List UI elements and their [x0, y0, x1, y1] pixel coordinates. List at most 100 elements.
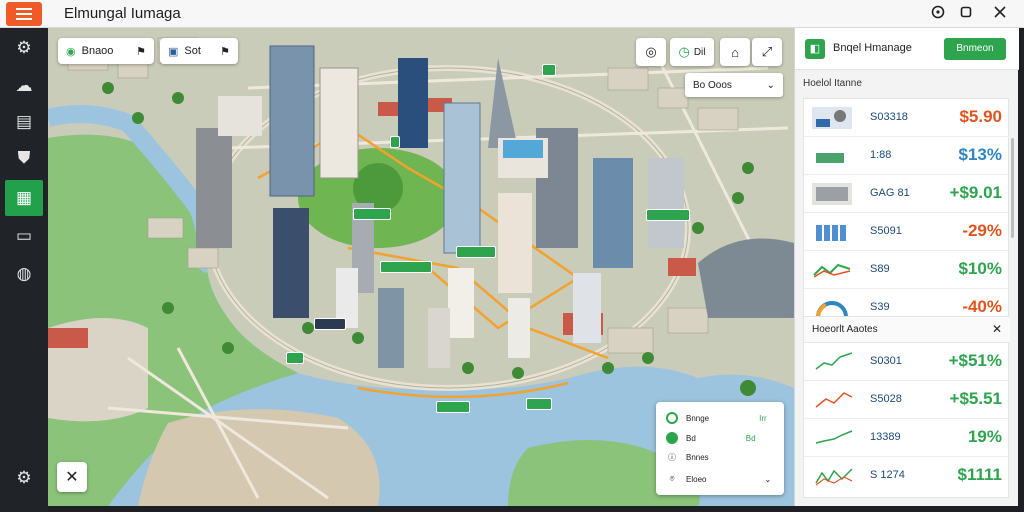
sidebar-item-shield[interactable]: ⛊ [6, 140, 42, 176]
list-item[interactable]: S0301 +$51% [804, 343, 1010, 381]
thumbnail-image [813, 263, 851, 278]
layers-popup: Bnnge Irr Bd Bd ⓘ Bnnes ⌾ Eloeo ⌄ [656, 402, 784, 495]
map-filter-chip-2[interactable]: ▣ Sot ⚑ [160, 38, 238, 64]
list-item-value: $5.90 [959, 107, 1002, 126]
layer-option[interactable]: ⌾ Eloeo ⌄ [666, 474, 772, 484]
list-item[interactable]: 13389 19% [804, 419, 1010, 457]
list-item[interactable]: S5091 -29% [804, 213, 1010, 251]
list-item-name: S 1274 [870, 469, 905, 481]
compass-icon: ◉ [66, 45, 76, 58]
close-icon: ✕ [65, 469, 79, 486]
radio-button[interactable] [666, 412, 678, 424]
target-icon: ◎ [645, 44, 657, 59]
left-sidebar: ⚙ ☁ ▤ ⛊ ▦ ▭ ◍ ⚙ [0, 28, 48, 512]
list-item[interactable]: S5028 +$5.51 [804, 381, 1010, 419]
map-marker-label[interactable] [526, 398, 552, 410]
shield-icon: ⛊ [17, 148, 31, 167]
map-marker-label[interactable] [456, 246, 496, 258]
map-marker-label[interactable] [353, 208, 391, 220]
right-panel: ◧ Bnqel Hmanage Bnmeon Hoelol Itanne S03… [794, 28, 1019, 506]
map-marker-label[interactable] [646, 209, 690, 221]
map-marker-label[interactable] [390, 136, 400, 148]
list-item[interactable]: 1:88 $13% [804, 137, 1010, 175]
alerts-card-header: Hoeorlt Aaotes ✕ [804, 317, 1010, 343]
resize-icon: ⤢ [761, 44, 773, 59]
map-filter-label: Bnaoo [81, 45, 114, 57]
sparkline-chart [815, 392, 853, 408]
flag-icon: ⚑ [220, 45, 230, 58]
maximize-icon[interactable] [956, 4, 976, 24]
layer-option-label: Bnnes [686, 453, 709, 462]
layer-option-label: Bd [686, 433, 696, 443]
panel-title: Bnqel Hmanage [833, 42, 912, 54]
list-item-value: +$51% [948, 351, 1002, 370]
time-button[interactable]: ◷ Dil [670, 38, 714, 66]
list-item-value: -40% [962, 297, 1002, 316]
chevron-down-icon: ⌄ [764, 474, 772, 484]
sidebar-item-upload[interactable]: ☁ [6, 68, 42, 104]
list-item-name: S39 [870, 301, 890, 313]
list-item-name: S5028 [870, 393, 902, 405]
sparkline-chart [815, 468, 853, 486]
gear-icon: ⚙ [16, 38, 32, 57]
list-item[interactable]: GAG 81 +$9.01 [804, 175, 1010, 213]
section-title: Hoelol Itanne [803, 78, 862, 89]
layer-option[interactable]: ⓘ Bnnes [666, 452, 709, 463]
upload-cloud-icon: ☁ [15, 76, 33, 95]
list-item-value: $1111 [957, 465, 1002, 484]
panel-header: ◧ Bnqel Hmanage Bnmeon [795, 28, 1019, 70]
layer-option-value: Irr [759, 413, 767, 423]
map-view-select-value: Bo Ooos [693, 79, 732, 91]
alerts-card: Hoeorlt Aaotes ✕ S0301 +$51% S5028 +$5.5… [803, 316, 1010, 498]
panel-scrollbar[interactable] [1011, 138, 1014, 238]
settings-icon: ⚙ [16, 468, 32, 487]
resize-button[interactable]: ⤢ [752, 38, 782, 66]
city-map[interactable]: ◉ Bnaoo ⚑ ▣ Sot ⚑ ◎ ◷ Dil ⌂ ⤢ Bo Ooos ⌄ ✕… [48, 28, 794, 506]
layer-option[interactable]: Bnnge Irr [666, 412, 767, 424]
list-item-name: S0301 [870, 355, 902, 367]
thumbnail-image [812, 107, 852, 129]
time-button-label: Dil [693, 46, 706, 58]
list-item-value: 19% [967, 427, 1002, 446]
table-icon: ▦ [15, 188, 33, 207]
hamburger-menu-button[interactable] [6, 2, 42, 26]
list-item[interactable]: S 1274 $1111 [804, 457, 1010, 495]
map-marker-label[interactable] [286, 352, 304, 364]
list-item-value: +$5.51 [949, 389, 1002, 408]
map-marker-label[interactable] [436, 401, 470, 413]
sidebar-item-card[interactable]: ▭ [6, 218, 42, 254]
sidebar-item-table[interactable]: ▦ [5, 180, 43, 216]
list-item-name: S89 [870, 263, 890, 275]
list-item-name: GAG 81 [870, 187, 910, 199]
close-map-button[interactable]: ✕ [57, 462, 87, 492]
layer-option-label: Eloeo [686, 474, 707, 484]
map-marker-label[interactable] [314, 318, 346, 330]
pin-icon: ⌾ [669, 474, 675, 483]
list-item-name: 13389 [870, 431, 901, 443]
list-item-name: S5091 [870, 225, 902, 237]
sidebar-item-document[interactable]: ▤ [6, 104, 42, 140]
map-marker-label[interactable] [380, 261, 432, 273]
radio-button[interactable] [666, 432, 678, 444]
list-item[interactable]: S89 $10% [804, 251, 1010, 289]
close-icon[interactable] [990, 4, 1010, 24]
list-item-value: +$9.01 [949, 183, 1002, 202]
list-item[interactable]: S03318 $5.90 [804, 99, 1010, 137]
locate-button[interactable]: ◎ [636, 38, 666, 66]
map-marker-label[interactable] [542, 64, 556, 76]
sidebar-item-gear[interactable]: ⚙ [6, 30, 42, 66]
info-icon: ⓘ [668, 453, 676, 462]
list-item-value: -29% [962, 221, 1002, 240]
thumbnail-image [816, 153, 844, 163]
sidebar-item-settings[interactable]: ⚙ [6, 460, 42, 496]
app-title: Elmungal Iumaga [64, 5, 181, 22]
map-filter-chip-1[interactable]: ◉ Bnaoo ⚑ [58, 38, 154, 64]
sidebar-item-globe[interactable]: ◍ [6, 256, 42, 292]
panel-action-button[interactable]: Bnmeon [944, 38, 1006, 60]
home-button[interactable]: ⌂ [720, 38, 750, 66]
layer-option-label: Bnnge [686, 413, 710, 423]
close-icon[interactable]: ✕ [992, 322, 1002, 336]
help-icon[interactable] [928, 4, 948, 24]
layer-option[interactable]: Bd Bd [666, 432, 756, 444]
map-view-select[interactable]: Bo Ooos ⌄ [685, 73, 783, 97]
